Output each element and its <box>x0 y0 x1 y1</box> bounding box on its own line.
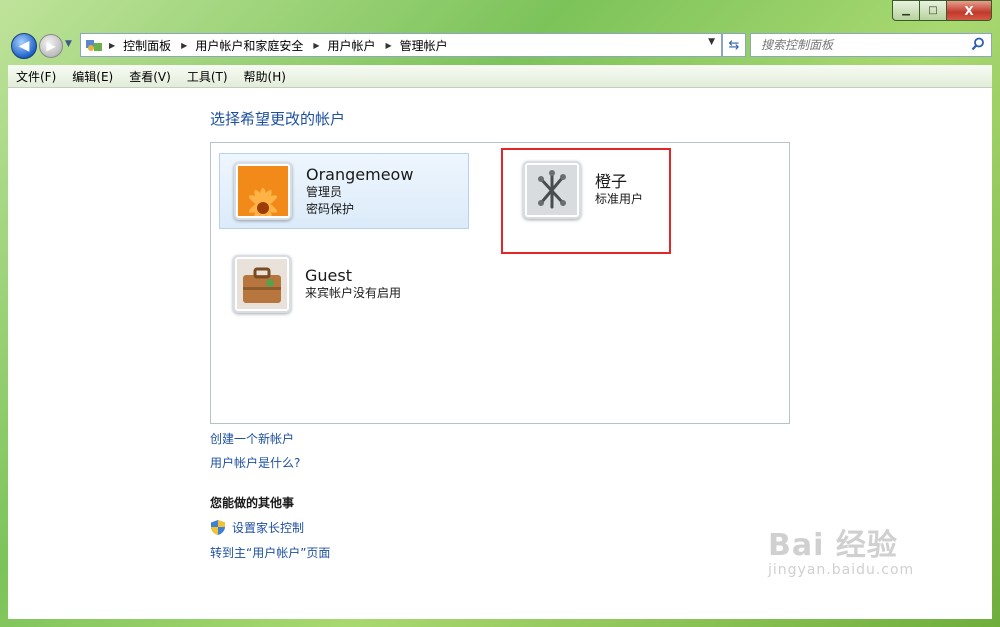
caption-buttons: ▁ □ X <box>892 0 992 21</box>
main-content: 选择希望更改的帐户 Orangemeow 管理员 密码保护 橙子 标准用户 Gu… <box>8 88 992 619</box>
accounts-panel: Orangemeow 管理员 密码保护 橙子 标准用户 Guest 来宾帐户没有… <box>210 142 790 424</box>
menu-bar: 文件(F) 编辑(E) 查看(V) 工具(T) 帮助(H) <box>8 65 992 88</box>
search-icon[interactable] <box>971 37 985 51</box>
breadcrumb-item[interactable]: 用户帐户和家庭安全 <box>195 37 303 54</box>
address-bar[interactable]: ▶ 控制面板 ▶ 用户帐户和家庭安全 ▶ 用户帐户 ▶ 管理帐户 ▼ <box>80 33 722 57</box>
menu-edit[interactable]: 编辑(E) <box>64 68 121 85</box>
parental-controls-label[interactable]: 设置家长控制 <box>232 519 304 536</box>
orange-flower-picture <box>234 162 292 220</box>
recent-pages-dropdown[interactable]: ▼ <box>65 39 75 49</box>
breadcrumb-separator-icon[interactable]: ▶ <box>386 41 392 50</box>
page-title: 选择希望更改的帐户 <box>210 110 346 128</box>
other-tasks-heading: 您能做的其他事 <box>210 496 295 510</box>
breadcrumb-separator-icon[interactable]: ▶ <box>313 41 319 50</box>
account-name: Orangemeow <box>306 164 414 184</box>
menu-view[interactable]: 查看(V) <box>121 68 179 85</box>
breadcrumb-item[interactable]: 用户帐户 <box>328 37 376 54</box>
menu-tools[interactable]: 工具(T) <box>179 68 236 85</box>
refresh-button[interactable]: ⇆ <box>722 33 746 57</box>
maximize-button[interactable]: □ <box>920 0 947 21</box>
shield-icon <box>211 520 225 535</box>
search-input[interactable] <box>759 37 963 53</box>
account-orangemeow[interactable]: Orangemeow 管理员 密码保护 <box>219 153 469 229</box>
back-arrow-icon: ◀ <box>18 38 30 54</box>
breadcrumb-separator-icon[interactable]: ▶ <box>181 41 187 50</box>
control-panel-icon <box>86 40 102 51</box>
control-panel-window: ▁ □ X ◀ ▶ ▼ ▶ 控制面板 ▶ 用户帐户和家庭安全 ▶ 用户帐户 ▶ … <box>0 0 1000 627</box>
account-status: 来宾帐户没有启用 <box>305 286 402 300</box>
watermark-sub: jingyan.baidu.com <box>768 562 915 578</box>
baidu-watermark: Bai 经验 jingyan.baidu.com <box>768 520 914 578</box>
account-guest[interactable]: Guest 来宾帐户没有启用 <box>219 247 467 321</box>
breadcrumb-item[interactable]: 控制面板 <box>123 37 171 54</box>
suitcase-picture <box>233 255 291 313</box>
breadcrumb-separator-icon[interactable]: ▶ <box>109 41 115 50</box>
navigation-bar: ◀ ▶ ▼ ▶ 控制面板 ▶ 用户帐户和家庭安全 ▶ 用户帐户 ▶ 管理帐户 ▼… <box>8 31 992 59</box>
parental-controls-link[interactable]: 设置家长控制 <box>210 519 304 536</box>
watermark-main: Bai 经验 <box>768 528 898 563</box>
main-accounts-page-link[interactable]: 转到主“用户帐户”页面 <box>210 544 330 561</box>
account-role: 管理员 <box>306 184 343 199</box>
menu-file[interactable]: 文件(F) <box>8 68 64 85</box>
what-is-account-link[interactable]: 用户帐户是什么? <box>210 454 300 471</box>
create-account-link[interactable]: 创建一个新帐户 <box>210 430 294 447</box>
account-status: 密码保护 <box>306 201 355 216</box>
minimize-button[interactable]: ▁ <box>892 0 920 21</box>
back-button[interactable]: ◀ <box>11 33 37 59</box>
address-dropdown-icon[interactable]: ▼ <box>708 37 715 47</box>
close-button[interactable]: X <box>947 0 992 21</box>
menu-help[interactable]: 帮助(H) <box>236 68 294 85</box>
breadcrumb-item[interactable]: 管理帐户 <box>400 37 448 54</box>
account-name: Guest <box>305 266 352 285</box>
forward-arrow-icon: ▶ <box>46 39 56 53</box>
refresh-icon: ⇆ <box>728 37 740 53</box>
annotation-highlight-box <box>501 148 671 254</box>
forward-button[interactable]: ▶ <box>39 34 63 58</box>
breadcrumb: ▶ 控制面板 ▶ 用户帐户和家庭安全 ▶ 用户帐户 ▶ 管理帐户 <box>109 37 458 54</box>
search-box[interactable] <box>750 33 992 57</box>
